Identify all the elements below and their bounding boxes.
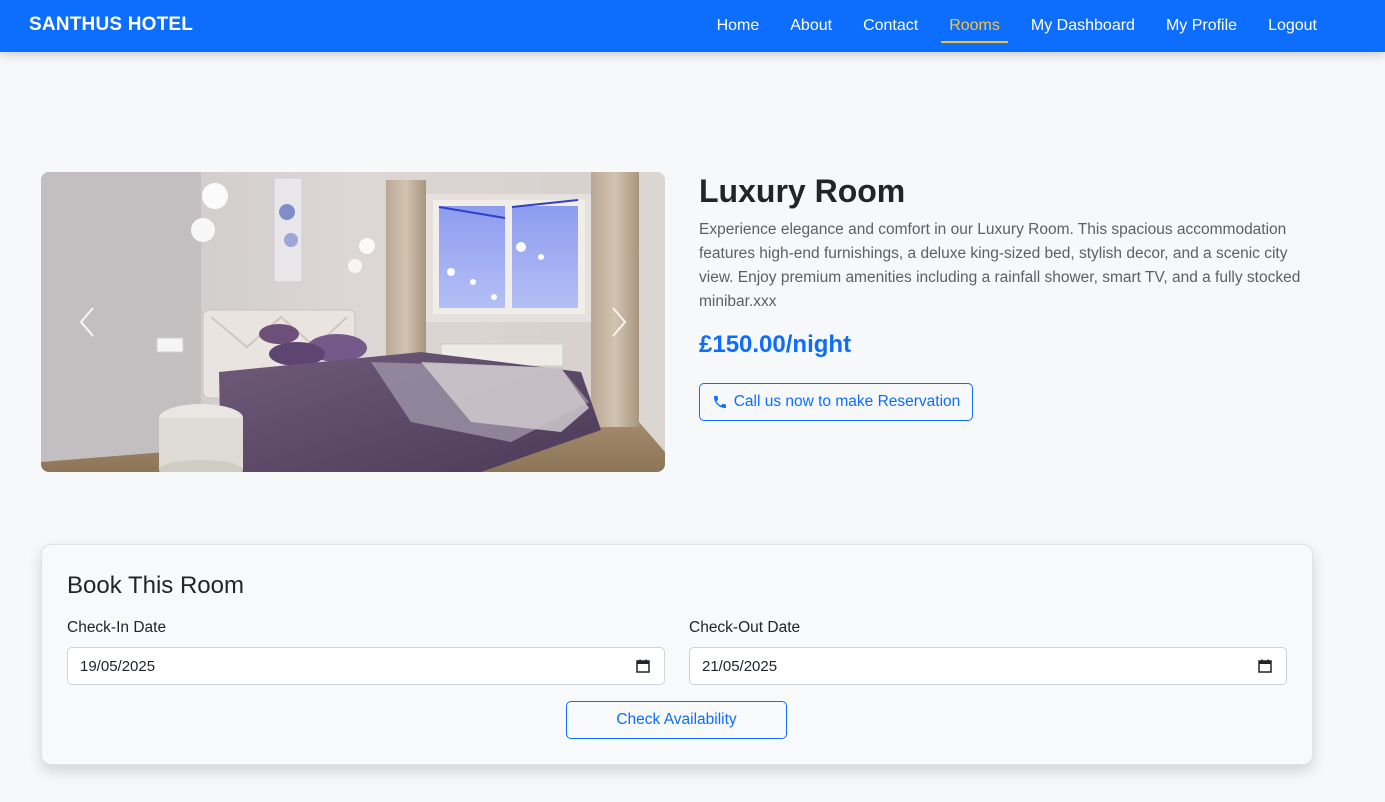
checkin-label: Check-In Date	[67, 619, 167, 636]
calendar-icon[interactable]	[1258, 659, 1272, 673]
navbar: SANTHUS HOTEL Home About Contact Rooms M…	[0, 0, 1385, 52]
nav-contact[interactable]: Contact	[863, 0, 918, 52]
checkin-date-input[interactable]: 19/05/2025	[67, 647, 665, 685]
nav-menu: Home About Contact Rooms My Dashboard My…	[686, 0, 1317, 52]
nav-about[interactable]: About	[790, 0, 832, 52]
chevron-left-icon	[79, 307, 94, 337]
checkin-date-value: 19/05/2025	[80, 657, 156, 675]
nav-home[interactable]: Home	[717, 0, 760, 52]
check-availability-button[interactable]: Check Availability	[566, 701, 787, 739]
checkout-date-input[interactable]: 21/05/2025	[689, 647, 1287, 685]
checkout-label: Check-Out Date	[689, 619, 801, 636]
room-photo	[41, 172, 665, 472]
nav-profile[interactable]: My Profile	[1166, 0, 1237, 52]
call-reservation-label: Call us now to make Reservation	[733, 393, 961, 410]
chevron-right-icon	[612, 307, 627, 337]
booking-card: Book This Room Check-In Date 19/05/2025 …	[41, 544, 1313, 765]
nav-rooms[interactable]: Rooms	[941, 0, 1008, 52]
call-reservation-button[interactable]: Call us now to make Reservation	[699, 383, 973, 421]
room-image-carousel[interactable]	[41, 172, 665, 472]
nav-dashboard[interactable]: My Dashboard	[1031, 0, 1135, 52]
carousel-prev-button[interactable]	[57, 292, 117, 352]
nav-logout[interactable]: Logout	[1268, 0, 1317, 52]
booking-title: Book This Room	[67, 572, 244, 599]
room-title: Luxury Room	[699, 173, 906, 209]
checkout-date-value: 21/05/2025	[702, 657, 778, 675]
phone-icon	[713, 396, 726, 408]
brand-logo[interactable]: SANTHUS HOTEL	[29, 14, 193, 36]
room-price: £150.00/night	[699, 331, 852, 358]
room-description: Experience elegance and comfort in our L…	[699, 221, 1301, 310]
calendar-icon[interactable]	[636, 659, 650, 673]
carousel-next-button[interactable]	[589, 292, 649, 352]
